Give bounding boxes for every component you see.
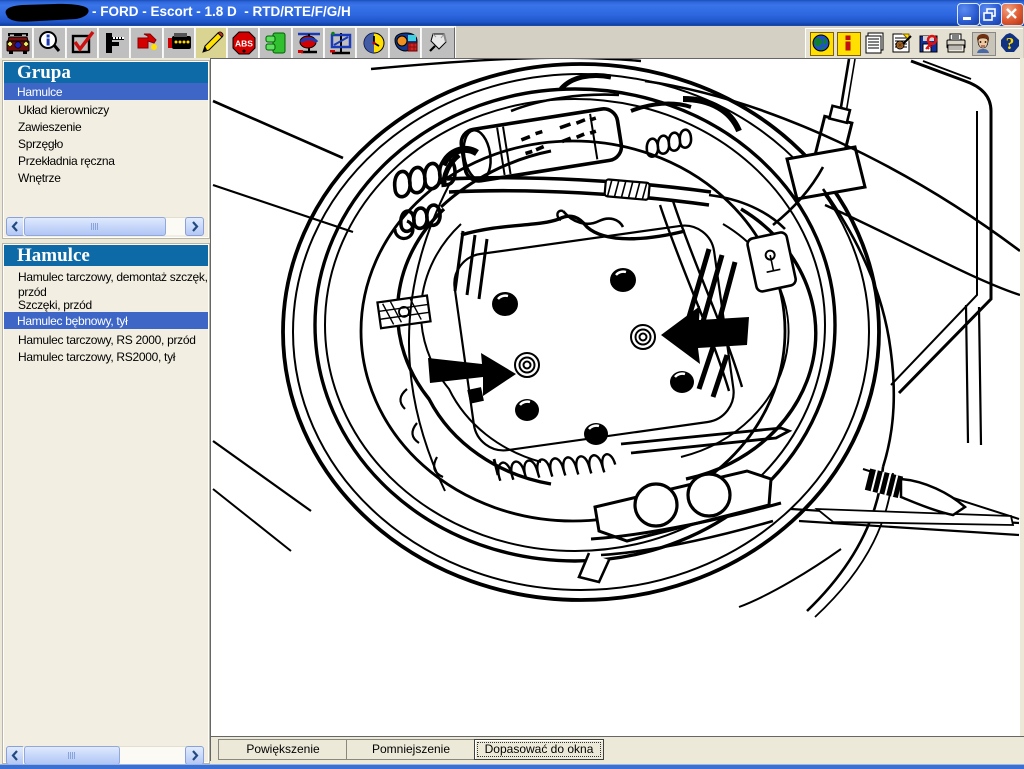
- svg-text:ABS: ABS: [235, 39, 253, 49]
- svg-text:?: ?: [1006, 34, 1015, 53]
